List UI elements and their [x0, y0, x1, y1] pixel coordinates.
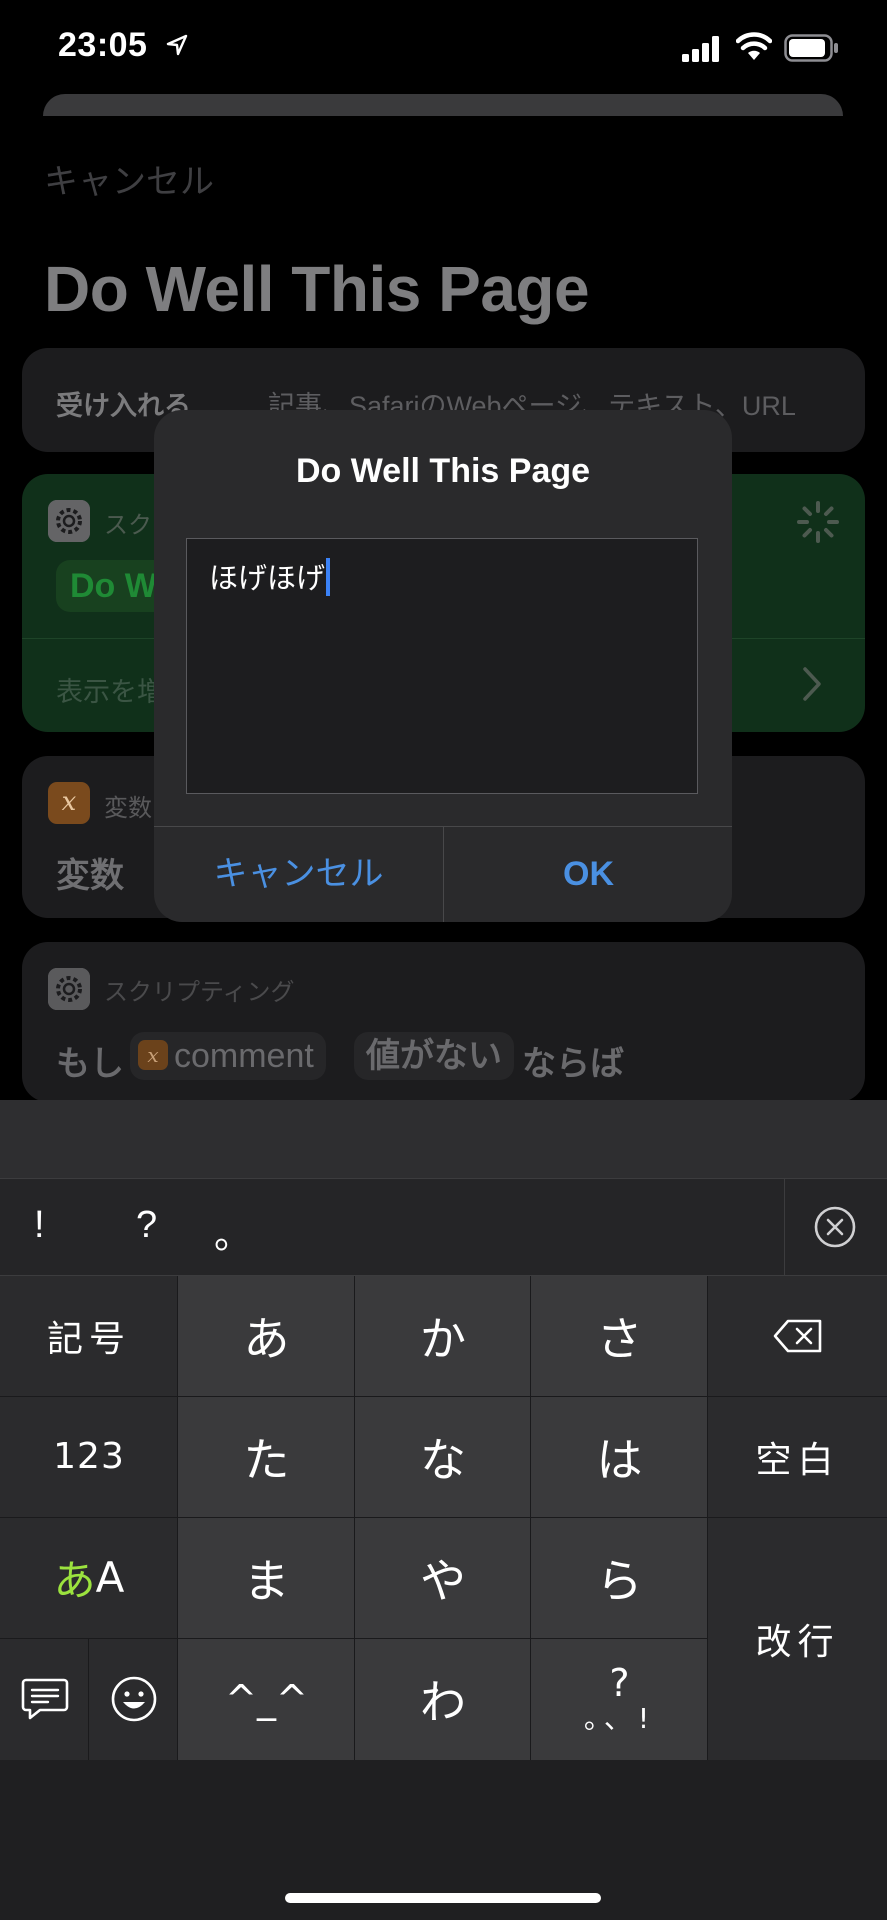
candidate-separator	[784, 1179, 785, 1275]
punct-bottom: 。、!	[583, 1702, 656, 1736]
kana-key-ta[interactable]: た	[178, 1396, 355, 1517]
input-value-wrapper: ほげほげ	[209, 555, 331, 599]
then-label: ならば	[522, 1045, 624, 1083]
cellular-signal-icon	[682, 36, 719, 62]
wifi-icon	[736, 32, 772, 60]
kana-key-na[interactable]: な	[355, 1396, 531, 1517]
keyboard: 記号 あ か さ 123 た な は 空白 あA ま や ら 改行 ^_^ わ …	[0, 1276, 887, 1760]
variable-label: 変数	[56, 857, 124, 895]
chat-bubble-icon	[21, 1678, 68, 1720]
punctuation-key[interactable]: ? 。、!	[531, 1638, 708, 1760]
keyboard-accessory-bar	[0, 1100, 887, 1179]
delete-key[interactable]	[708, 1276, 887, 1396]
kana-key-wa[interactable]: わ	[355, 1638, 531, 1760]
condition-pill[interactable]: 値がない	[354, 1032, 514, 1080]
kana-key-ya[interactable]: や	[355, 1517, 531, 1638]
candidate-bar	[0, 1179, 887, 1276]
kana-key-a[interactable]: あ	[178, 1276, 355, 1396]
kana-key-ha[interactable]: は	[531, 1396, 708, 1517]
dialog-ok-button[interactable]: OK	[444, 827, 732, 922]
dialog-text-input[interactable]: ほげほげ	[186, 538, 698, 794]
dictation-key[interactable]	[0, 1638, 89, 1760]
kana-key-ka[interactable]: か	[355, 1276, 531, 1396]
punct-top: ?	[609, 1661, 630, 1706]
home-indicator[interactable]	[285, 1893, 601, 1903]
space-key[interactable]: 空白	[708, 1396, 887, 1517]
battery-icon	[784, 34, 838, 62]
gear-icon	[48, 968, 90, 1010]
show-more-label[interactable]: 表示を増	[56, 670, 164, 709]
script-card-category: スク	[104, 512, 152, 539]
numbers-key[interactable]: 123	[0, 1396, 178, 1517]
sheet-top-edge	[43, 94, 843, 116]
symbols-key[interactable]: 記号	[0, 1276, 178, 1396]
shortcut-title: Do Well This Page	[44, 253, 590, 325]
if-label: もし	[56, 1045, 124, 1083]
kana-key-ra[interactable]: ら	[531, 1517, 708, 1638]
variable-icon: x	[48, 782, 90, 824]
mode-latin-label: A	[95, 1553, 125, 1602]
background-cancel-button[interactable]: キャンセル	[44, 154, 214, 203]
candidate-item[interactable]: !	[34, 1204, 45, 1247]
dialog-title: Do Well This Page	[295, 452, 591, 490]
chevron-right-icon[interactable]	[802, 666, 822, 702]
return-key[interactable]: 改行	[708, 1517, 887, 1760]
emoji-smiley-icon	[111, 1676, 156, 1722]
location-arrow-icon	[166, 34, 188, 56]
clear-circle-icon[interactable]	[813, 1205, 857, 1249]
scripting-category: スクリプティング	[104, 979, 295, 1006]
gear-icon	[48, 500, 90, 542]
mode-kana-label: あ	[53, 1556, 96, 1605]
text-caret	[326, 558, 331, 597]
variable-card-category: 変数	[104, 795, 152, 822]
loading-spinner-icon	[797, 501, 839, 543]
comment-variable-label: comment	[174, 1037, 314, 1075]
kana-key-ma[interactable]: ま	[178, 1517, 355, 1638]
input-value: ほげほげ	[209, 563, 326, 595]
input-mode-key[interactable]: あA	[0, 1517, 178, 1638]
emoji-key[interactable]	[89, 1638, 178, 1760]
delete-backspace-icon	[773, 1319, 821, 1353]
status-time: 23:05	[58, 26, 148, 64]
comment-variable-pill[interactable]: x comment	[130, 1032, 326, 1080]
variable-icon: x	[138, 1040, 168, 1071]
emoticon-key[interactable]: ^_^	[178, 1638, 355, 1760]
input-dialog: Do Well This Page ほげほげ キャンセル OK	[154, 410, 732, 922]
candidate-item[interactable]: 。	[214, 1204, 252, 1259]
candidate-item[interactable]: ?	[136, 1204, 157, 1247]
dialog-cancel-button[interactable]: キャンセル	[154, 827, 443, 922]
kana-key-sa[interactable]: さ	[531, 1276, 708, 1396]
